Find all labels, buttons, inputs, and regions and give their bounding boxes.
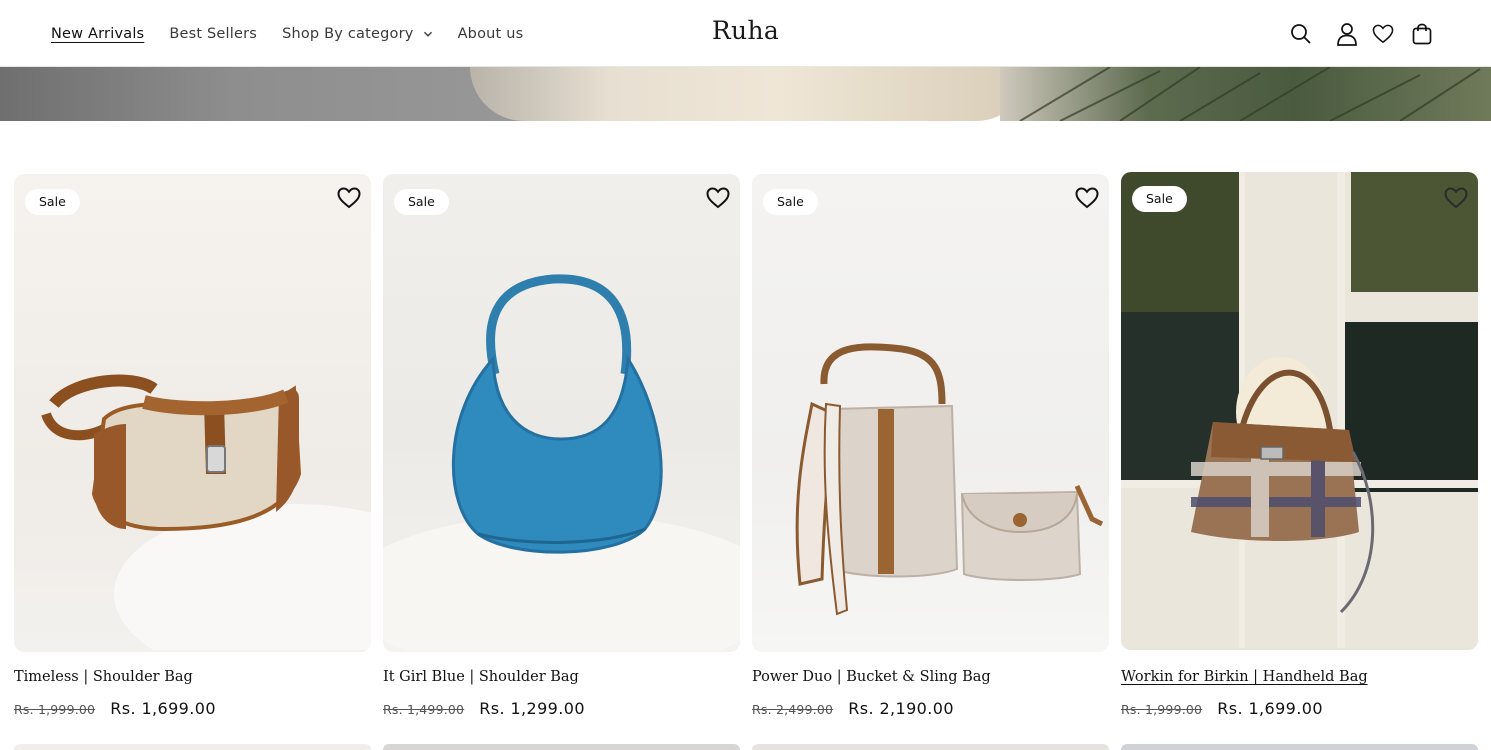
cart-icon[interactable]	[1408, 20, 1436, 48]
hero-banner-image	[0, 67, 1491, 121]
compare-at-price: Rs. 1,999.00	[1121, 702, 1203, 717]
product-card[interactable]: Sale Workin for Birkin | Handheld Bag Rs…	[1121, 172, 1478, 718]
product-title[interactable]: Timeless | Shoulder Bag	[14, 669, 193, 685]
compare-at-price: Rs. 2,499.00	[752, 702, 834, 717]
wishlist-heart-icon[interactable]	[1444, 186, 1468, 210]
chevron-down-icon	[423, 31, 432, 37]
wishlist-heart-icon[interactable]	[706, 186, 730, 210]
nav-shop-by-category[interactable]: Shop By category	[282, 26, 433, 42]
site-header: New Arrivals Best Sellers Shop By catego…	[0, 0, 1491, 67]
product-card[interactable]: Sale Power Duo | Bucket & Sling Bag Rs. …	[752, 174, 1109, 718]
compare-at-price: Rs. 1,999.00	[14, 702, 96, 717]
next-row-product-image[interactable]	[14, 744, 371, 750]
wishlist-icon[interactable]	[1369, 20, 1397, 48]
product-title[interactable]: Workin for Birkin | Handheld Bag	[1121, 669, 1368, 685]
next-row-product-image[interactable]	[752, 744, 1109, 750]
product-title[interactable]: It Girl Blue | Shoulder Bag	[383, 669, 579, 685]
account-icon[interactable]	[1333, 20, 1361, 48]
search-icon[interactable]	[1287, 20, 1315, 48]
product-image[interactable]: Sale	[14, 174, 371, 652]
sale-badge: Sale	[1132, 186, 1187, 212]
sale-price: Rs. 1,699.00	[110, 699, 216, 718]
product-prices: Rs. 1,499.00 Rs. 1,299.00	[383, 699, 585, 718]
sale-badge: Sale	[25, 189, 80, 215]
product-prices: Rs. 1,999.00 Rs. 1,699.00	[1121, 699, 1323, 718]
nav-about-us[interactable]: About us	[458, 26, 524, 42]
product-prices: Rs. 2,499.00 Rs. 2,190.00	[752, 699, 954, 718]
wishlist-heart-icon[interactable]	[1075, 186, 1099, 210]
product-card[interactable]: Sale Timeless | Shoulder Bag Rs. 1,999.0…	[14, 174, 371, 718]
main-nav: New Arrivals Best Sellers Shop By catego…	[51, 0, 548, 67]
next-row-product-image[interactable]	[383, 744, 740, 750]
compare-at-price: Rs. 1,499.00	[383, 702, 465, 717]
product-prices: Rs. 1,999.00 Rs. 1,699.00	[14, 699, 216, 718]
product-card[interactable]: Sale It Girl Blue | Shoulder Bag Rs. 1,4…	[383, 174, 740, 718]
product-image[interactable]: Sale	[752, 174, 1109, 652]
next-row-product-image[interactable]	[1121, 744, 1478, 750]
sale-badge: Sale	[763, 189, 818, 215]
sale-price: Rs. 2,190.00	[848, 699, 954, 718]
sale-price: Rs. 1,299.00	[479, 699, 585, 718]
product-title[interactable]: Power Duo | Bucket & Sling Bag	[752, 669, 991, 685]
header-icons	[1278, 20, 1436, 48]
nav-shop-by-category-label: Shop By category	[282, 25, 414, 42]
nav-best-sellers[interactable]: Best Sellers	[169, 26, 257, 42]
sale-badge: Sale	[394, 189, 449, 215]
product-image[interactable]: Sale	[383, 174, 740, 652]
wishlist-heart-icon[interactable]	[337, 186, 361, 210]
sale-price: Rs. 1,699.00	[1217, 699, 1323, 718]
nav-new-arrivals[interactable]: New Arrivals	[51, 26, 144, 42]
product-image[interactable]: Sale	[1121, 172, 1478, 650]
brand-logo[interactable]: Ruha	[712, 16, 779, 45]
